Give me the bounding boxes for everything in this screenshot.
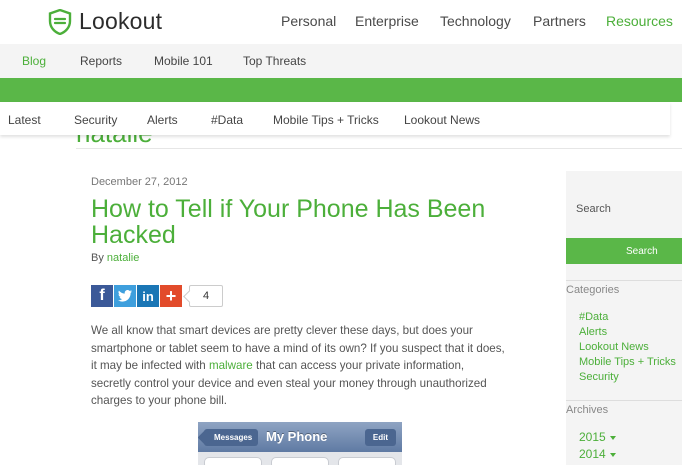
caret-down-icon [609,435,616,440]
search-button[interactable]: Search [566,238,682,264]
author-link[interactable]: natalie [107,252,139,264]
category-link-mobile-tips[interactable]: Mobile Tips + Tricks [579,355,676,370]
category-tab-mobile-tips[interactable]: Mobile Tips + Tricks [273,113,379,127]
phone-back-button: Messages [204,429,259,446]
secondary-nav: Blog Reports Mobile 101 Top Threats [0,44,682,78]
nav-item-enterprise[interactable]: Enterprise [355,13,419,29]
phone-segment [338,457,396,465]
archive-year-label: 2015 [579,430,606,444]
subnav-item-top-threats[interactable]: Top Threats [243,54,306,68]
nav-item-personal[interactable]: Personal [281,13,336,29]
category-link-lookout-news[interactable]: Lookout News [579,340,676,355]
phone-segment [204,457,262,465]
phone-segment [271,457,329,465]
divider [76,148,682,149]
category-tab-data[interactable]: #Data [211,113,243,127]
nav-item-resources[interactable]: Resources [606,13,673,29]
blog-category-nav: Latest Security Alerts #Data Mobile Tips… [0,102,670,135]
category-tab-alerts[interactable]: Alerts [147,113,178,127]
sidebar-divider [566,400,682,401]
primary-nav: Personal Enterprise Technology Partners … [0,13,682,33]
post-date: December 27, 2012 [91,176,188,188]
malware-link[interactable]: malware [209,359,253,372]
facebook-icon[interactable]: f [91,285,113,307]
nav-item-technology[interactable]: Technology [440,13,511,29]
share-count: 4 [189,285,223,307]
archive-year-2015[interactable]: 2015 [579,429,616,446]
archives-heading: Archives [566,404,609,416]
category-tab-latest[interactable]: Latest [8,113,41,127]
category-tab-security[interactable]: Security [74,113,117,127]
caret-down-icon [609,452,616,457]
twitter-icon[interactable] [114,285,136,307]
sidebar: Search Categories #Data Alerts Lookout N… [566,171,682,465]
byline-prefix: By [91,252,104,264]
search-input[interactable] [566,197,682,221]
byline: By natalie [91,252,139,264]
green-banner [0,78,682,102]
archive-year-2014[interactable]: 2014 [579,446,616,463]
subnav-item-reports[interactable]: Reports [80,54,122,68]
categories-list: #Data Alerts Lookout News Mobile Tips + … [579,310,676,385]
archives-list: 2015 2014 [579,429,616,463]
categories-heading: Categories [566,284,620,296]
subnav-item-blog[interactable]: Blog [22,54,46,68]
phone-title: My Phone [266,429,328,444]
category-link-data[interactable]: #Data [579,310,676,325]
sidebar-divider [566,280,682,281]
linkedin-icon[interactable]: in [137,285,159,307]
category-link-alerts[interactable]: Alerts [579,325,676,340]
archive-year-label: 2014 [579,447,606,461]
share-bar: f in + 4 [91,285,223,307]
top-header: Lookout Personal Enterprise Technology P… [0,0,682,44]
post-body: We all know that smart devices are prett… [91,322,506,410]
post-title[interactable]: How to Tell if Your Phone Has Been Hacke… [91,196,501,248]
subnav-item-mobile-101[interactable]: Mobile 101 [154,54,213,68]
google-plus-icon[interactable]: + [160,285,182,307]
phone-edit-button: Edit [364,429,396,446]
category-tab-lookout-news[interactable]: Lookout News [404,113,480,127]
nav-item-partners[interactable]: Partners [533,13,586,29]
phone-screenshot-image: Messages My Phone Edit [198,422,402,465]
category-link-security[interactable]: Security [579,370,676,385]
